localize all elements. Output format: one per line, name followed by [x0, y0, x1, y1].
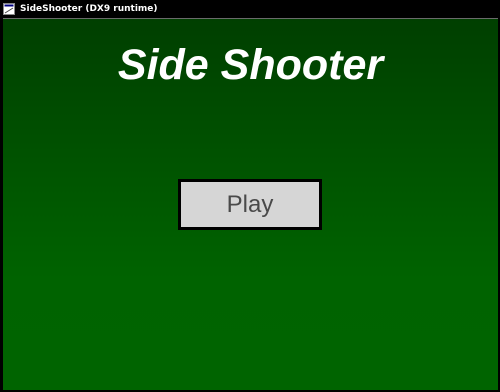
play-button[interactable]: Play: [178, 179, 322, 230]
app-window: SideShooter (DX9 runtime) Side Shooter P…: [0, 0, 500, 392]
app-window-icon: [3, 3, 15, 15]
game-viewport: Side Shooter Play: [3, 18, 498, 390]
window-title: SideShooter (DX9 runtime): [20, 4, 158, 14]
title-bar[interactable]: SideShooter (DX9 runtime): [0, 0, 500, 18]
game-title: Side Shooter: [117, 41, 384, 89]
